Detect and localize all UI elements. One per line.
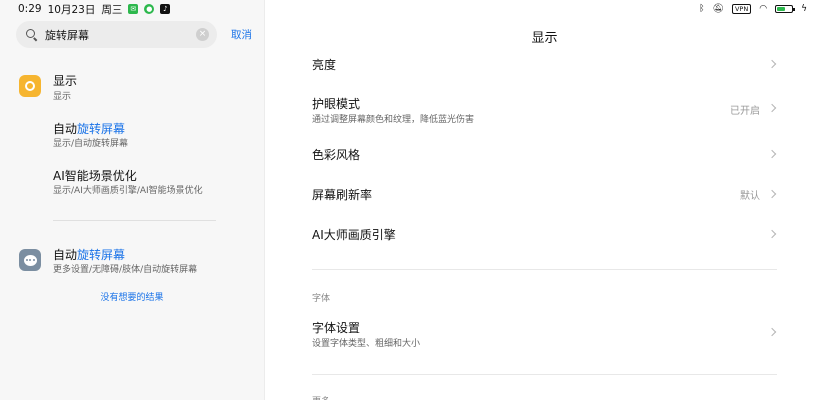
- clear-icon[interactable]: ×: [196, 28, 209, 41]
- result-title: 自动旋转屏幕: [53, 248, 126, 262]
- setting-label: 护眼模式: [312, 97, 361, 111]
- status-time: 0:29: [18, 3, 42, 15]
- no-result-link[interactable]: 没有想要的结果: [0, 290, 264, 303]
- chevron-right-icon: [767, 59, 777, 69]
- setting-value: 已开启: [730, 106, 760, 117]
- messages-icon: ✉: [128, 4, 139, 14]
- setting-label: 屏幕刷新率: [312, 188, 373, 202]
- search-result-ai-scene[interactable]: AI智能场景优化 显示/AI大师画质引擎/AI智能场景优化: [0, 162, 264, 202]
- result-subtitle: 显示/自动旋转屏幕: [53, 139, 129, 149]
- section-divider: [312, 374, 777, 375]
- tiktok-icon: ♪: [160, 4, 171, 14]
- setting-row-eye-care[interactable]: 护眼模式 通过调整屏幕颜色和纹理，降低蓝光伤害 已开启: [312, 94, 778, 126]
- result-subtitle: 显示/AI大师画质引擎/AI智能场景优化: [53, 186, 203, 196]
- setting-label: 字体设置: [312, 321, 361, 335]
- search-query: 旋转屏幕: [45, 28, 89, 42]
- chevron-right-icon: [767, 103, 777, 113]
- search-pane: 旋转屏幕 × 取消 显示 显示 自动旋转屏幕 显示/自动旋转屏幕 AI智能场景优…: [0, 0, 264, 400]
- setting-label: AI大师画质引擎: [312, 228, 396, 242]
- section-label-font: 字体: [312, 294, 331, 304]
- result-title: 自动旋转屏幕: [53, 122, 126, 136]
- search-result-auto-rotate[interactable]: 自动旋转屏幕 显示/自动旋转屏幕: [0, 114, 264, 154]
- setting-row-refresh-rate[interactable]: 屏幕刷新率 默认: [312, 185, 778, 205]
- search-result-accessibility-rotate[interactable]: 自动旋转屏幕 更多设置/无障碍/肢体/自动旋转屏幕: [0, 240, 264, 280]
- setting-row-brightness[interactable]: 亮度: [312, 55, 778, 75]
- result-title: 显示: [53, 74, 78, 88]
- setting-row-ai-engine[interactable]: AI大师画质引擎: [312, 225, 778, 245]
- setting-label: 色彩风格: [312, 148, 361, 162]
- wifi-icon: ◠: [759, 4, 768, 14]
- mute-icon: 🔕︎: [712, 4, 724, 14]
- setting-label: 亮度: [312, 58, 337, 72]
- setting-row-color-style[interactable]: 色彩风格: [312, 145, 778, 165]
- status-date: 10月23日: [47, 3, 96, 16]
- setting-desc: 通过调整屏幕颜色和纹理，降低蓝光伤害: [312, 115, 475, 125]
- result-title: AI智能场景优化: [53, 169, 137, 183]
- section-label-next: 更多: [312, 394, 330, 400]
- search-input[interactable]: 旋转屏幕 ×: [16, 21, 217, 48]
- search-icon: [26, 28, 38, 41]
- vpn-icon: VPN: [731, 4, 752, 14]
- charging-icon: ϟ: [801, 4, 807, 14]
- result-subtitle: 更多设置/无障碍/肢体/自动旋转屏幕: [53, 265, 198, 275]
- sun-icon: [19, 75, 41, 97]
- chevron-right-icon: [767, 229, 777, 239]
- setting-value: 默认: [740, 191, 760, 202]
- cancel-button[interactable]: 取消: [231, 27, 252, 42]
- result-subtitle: 显示: [53, 92, 72, 102]
- more-settings-icon: [19, 249, 41, 271]
- setting-row-font-settings[interactable]: 字体设置 设置字体类型、粗细和大小: [312, 318, 778, 350]
- battery-icon: [775, 5, 796, 13]
- display-settings-pane: 显示 亮度 护眼模式 通过调整屏幕颜色和纹理，降低蓝光伤害 已开启 色彩风格 屏…: [264, 0, 823, 400]
- status-bar: 0:29 10月23日 周三 ✉ ● ♪ ᛒ 🔕︎ VPN ◠ ϟ: [0, 0, 823, 18]
- status-weekday: 周三: [101, 3, 123, 16]
- search-result-display[interactable]: 显示 显示: [0, 66, 264, 106]
- page-title: 显示: [531, 31, 558, 46]
- results-divider: [53, 220, 216, 221]
- setting-desc: 设置字体类型、粗细和大小: [312, 339, 421, 349]
- section-divider: [312, 269, 777, 270]
- chevron-right-icon: [767, 149, 777, 159]
- chevron-right-icon: [767, 327, 777, 337]
- bluetooth-icon: ᛒ: [699, 4, 705, 14]
- chevron-right-icon: [767, 189, 777, 199]
- wechat-icon: ●: [144, 4, 155, 14]
